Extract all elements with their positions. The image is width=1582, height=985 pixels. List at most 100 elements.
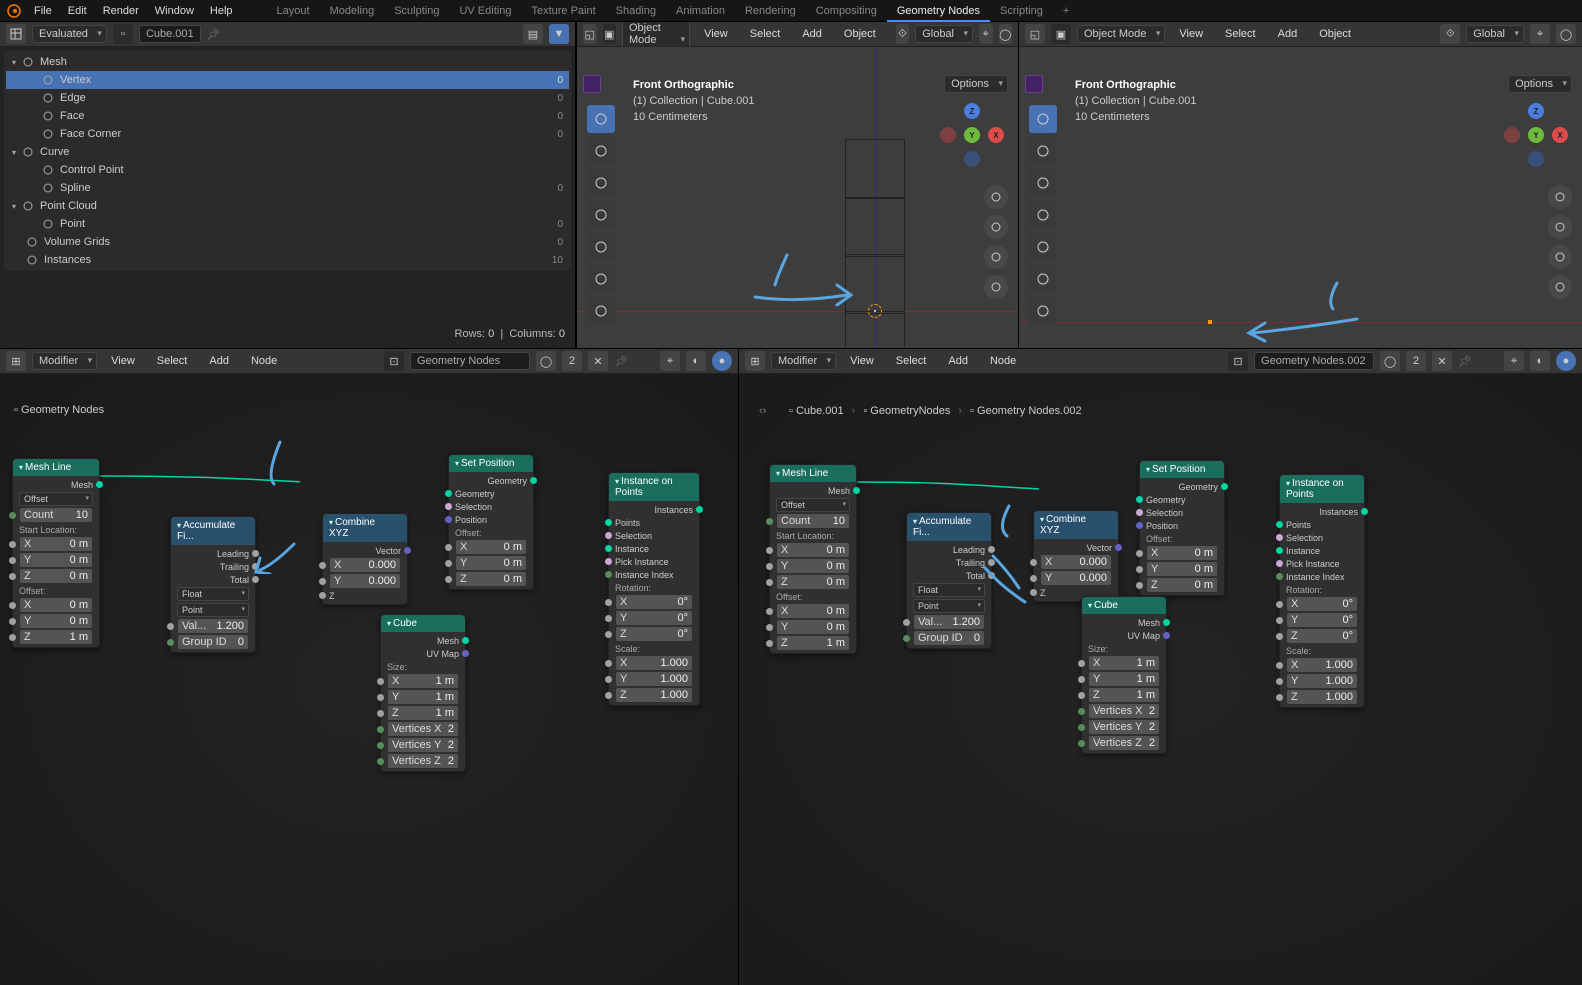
node-title[interactable]: Combine XYZ bbox=[1034, 511, 1118, 539]
socket-out-total[interactable]: Total bbox=[907, 569, 991, 582]
socket-out-vector[interactable]: Vector bbox=[1034, 541, 1118, 554]
socket-in-selection[interactable]: Selection bbox=[609, 529, 699, 542]
node-title[interactable]: Accumulate Fi... bbox=[171, 517, 255, 545]
viewport-canvas[interactable]: Front Orthographic(1) Collection | Cube.… bbox=[1019, 47, 1582, 348]
mode-dropdown[interactable]: Object Mode bbox=[622, 22, 690, 49]
node-combine[interactable]: Combine XYZVectorX0.000Y0.000Z bbox=[1033, 510, 1119, 602]
spreadsheet-row-point[interactable]: Point0 bbox=[6, 215, 569, 233]
vp-menu-view[interactable]: View bbox=[1171, 26, 1211, 42]
annotate-tool[interactable] bbox=[1029, 265, 1057, 293]
measure-tool[interactable] bbox=[1029, 297, 1057, 325]
menu-file[interactable]: File bbox=[26, 3, 60, 19]
snap-icon[interactable]: ⌖ bbox=[660, 351, 680, 371]
viewport-canvas[interactable]: Front Orthographic(1) Collection | Cube.… bbox=[577, 47, 1018, 348]
fake-user-button[interactable]: ◯ bbox=[536, 351, 556, 371]
ball-icon[interactable]: ● bbox=[712, 351, 732, 371]
node-title[interactable]: Instance on Points bbox=[1280, 475, 1364, 503]
socket-out-leading[interactable]: Leading bbox=[907, 543, 991, 556]
vp-menu-select[interactable]: Select bbox=[1217, 26, 1264, 42]
spreadsheet-row-face[interactable]: Face0 bbox=[6, 107, 569, 125]
node-title[interactable]: Accumulate Fi... bbox=[907, 513, 991, 541]
node-title[interactable]: Instance on Points bbox=[609, 473, 699, 501]
options-dropdown[interactable]: Options bbox=[1508, 75, 1572, 93]
socket-out-uv-map[interactable]: UV Map bbox=[1082, 629, 1166, 642]
pin-icon[interactable]: 📌︎ bbox=[1458, 355, 1472, 368]
camera-button[interactable] bbox=[1548, 245, 1572, 269]
filter-icon[interactable]: ▤ bbox=[523, 24, 543, 44]
socket-out-mesh[interactable]: Mesh bbox=[770, 484, 856, 497]
spreadsheet-row-instances[interactable]: Instances10 bbox=[6, 251, 569, 269]
measure-tool[interactable] bbox=[587, 297, 615, 325]
breadcrumb-item[interactable]: ▫ GeometryNodes bbox=[863, 405, 950, 417]
pan-button[interactable] bbox=[1548, 215, 1572, 239]
ne-menu-view[interactable]: View bbox=[842, 353, 882, 369]
node-setpos[interactable]: Set PositionGeometryGeometrySelectionPos… bbox=[448, 454, 534, 590]
workspace-tab-modeling[interactable]: Modeling bbox=[320, 2, 385, 20]
socket-in-points[interactable]: Points bbox=[609, 516, 699, 529]
zoom-button[interactable] bbox=[984, 185, 1008, 209]
node-meshline[interactable]: Mesh LineMeshOffsetCount10Start Location… bbox=[769, 464, 857, 654]
pin-icon[interactable]: 📌︎ bbox=[207, 28, 221, 41]
pin-icon[interactable]: 📌︎ bbox=[614, 355, 628, 368]
ne-menu-add[interactable]: Add bbox=[201, 353, 237, 369]
node-title[interactable]: Set Position bbox=[1140, 461, 1224, 478]
add-workspace-button[interactable]: + bbox=[1057, 5, 1075, 17]
wire[interactable] bbox=[100, 476, 300, 485]
vp-menu-add[interactable]: Add bbox=[794, 26, 830, 42]
spreadsheet-object-field[interactable]: Cube.001 bbox=[139, 25, 201, 43]
editor-type-icon[interactable] bbox=[6, 24, 26, 44]
node-title[interactable]: Combine XYZ bbox=[323, 514, 407, 542]
overlay-icon[interactable]: ◐ bbox=[1530, 351, 1550, 371]
transform-tool[interactable] bbox=[1029, 233, 1057, 261]
pan-button[interactable] bbox=[984, 215, 1008, 239]
funnel-icon[interactable]: ▼ bbox=[549, 24, 569, 44]
node-setpos[interactable]: Set PositionGeometryGeometrySelectionPos… bbox=[1139, 460, 1225, 596]
workspace-tab-compositing[interactable]: Compositing bbox=[806, 2, 887, 20]
cursor-tool[interactable] bbox=[587, 105, 615, 133]
proportional-icon[interactable]: ◯ bbox=[1556, 24, 1576, 44]
socket-in-position[interactable]: Position bbox=[449, 513, 533, 526]
ball-icon[interactable]: ● bbox=[1556, 351, 1576, 371]
nav-gizmo[interactable]: ZYX bbox=[940, 103, 1004, 167]
fake-user-button[interactable]: ◯ bbox=[1380, 351, 1400, 371]
socket-in-selection[interactable]: Selection bbox=[1280, 531, 1364, 544]
users-button[interactable]: 2 bbox=[1406, 351, 1426, 371]
spreadsheet-row-curve[interactable]: ▾Curve bbox=[6, 143, 569, 161]
breadcrumb-item[interactable]: ▫ Cube.001 bbox=[789, 405, 844, 417]
socket-in-instance[interactable]: Instance bbox=[1280, 544, 1364, 557]
proportional-icon[interactable]: ◯ bbox=[999, 24, 1013, 44]
node-title[interactable]: Cube bbox=[1082, 597, 1166, 614]
spreadsheet-row-face-corner[interactable]: Face Corner0 bbox=[6, 125, 569, 143]
overlay-icon[interactable]: ◐ bbox=[686, 351, 706, 371]
nav-gizmo[interactable]: ZYX bbox=[1504, 103, 1568, 167]
node-iop[interactable]: Instance on Points InstancesPointsSelecti… bbox=[608, 472, 700, 706]
socket-out-geometry[interactable]: Geometry bbox=[1140, 480, 1224, 493]
spreadsheet-row-volume-grids[interactable]: Volume Grids0 bbox=[6, 233, 569, 251]
spreadsheet-row-control-point[interactable]: Control Point bbox=[6, 161, 569, 179]
rotate-tool[interactable] bbox=[1029, 169, 1057, 197]
unlink-button[interactable]: ✕ bbox=[588, 351, 608, 371]
zoom-button[interactable] bbox=[1548, 185, 1572, 209]
socket-out-instances[interactable]: Instances bbox=[609, 503, 699, 516]
spreadsheet-mode-dropdown[interactable]: Evaluated bbox=[32, 25, 107, 43]
snap-icon[interactable]: ⌖ bbox=[979, 24, 993, 44]
node-canvas[interactable]: ‹› ▫ Cube.001›▫ GeometryNodes›▫ Geometry… bbox=[739, 374, 1582, 985]
scale-tool[interactable] bbox=[587, 201, 615, 229]
wire[interactable] bbox=[857, 482, 1039, 491]
workspace-tab-shading[interactable]: Shading bbox=[606, 2, 666, 20]
socket-out-trailing[interactable]: Trailing bbox=[171, 560, 255, 573]
node-title[interactable]: Mesh Line bbox=[770, 465, 856, 482]
vp-menu-view[interactable]: View bbox=[696, 26, 736, 42]
vp-menu-object[interactable]: Object bbox=[1311, 26, 1359, 42]
spreadsheet-row-vertex[interactable]: Vertex0 bbox=[6, 71, 569, 89]
cube-icon[interactable]: ▣ bbox=[603, 24, 617, 44]
workspace-tab-layout[interactable]: Layout bbox=[267, 2, 320, 20]
editor-type-icon[interactable]: ◱ bbox=[1025, 24, 1045, 44]
move-tool[interactable] bbox=[587, 137, 615, 165]
ne-menu-view[interactable]: View bbox=[103, 353, 143, 369]
vp-menu-object[interactable]: Object bbox=[836, 26, 884, 42]
node-tree-icon[interactable]: ⊡ bbox=[1228, 351, 1248, 371]
ne-menu-select[interactable]: Select bbox=[888, 353, 935, 369]
camera-button[interactable] bbox=[984, 245, 1008, 269]
node-tree-icon[interactable]: ⊡ bbox=[384, 351, 404, 371]
